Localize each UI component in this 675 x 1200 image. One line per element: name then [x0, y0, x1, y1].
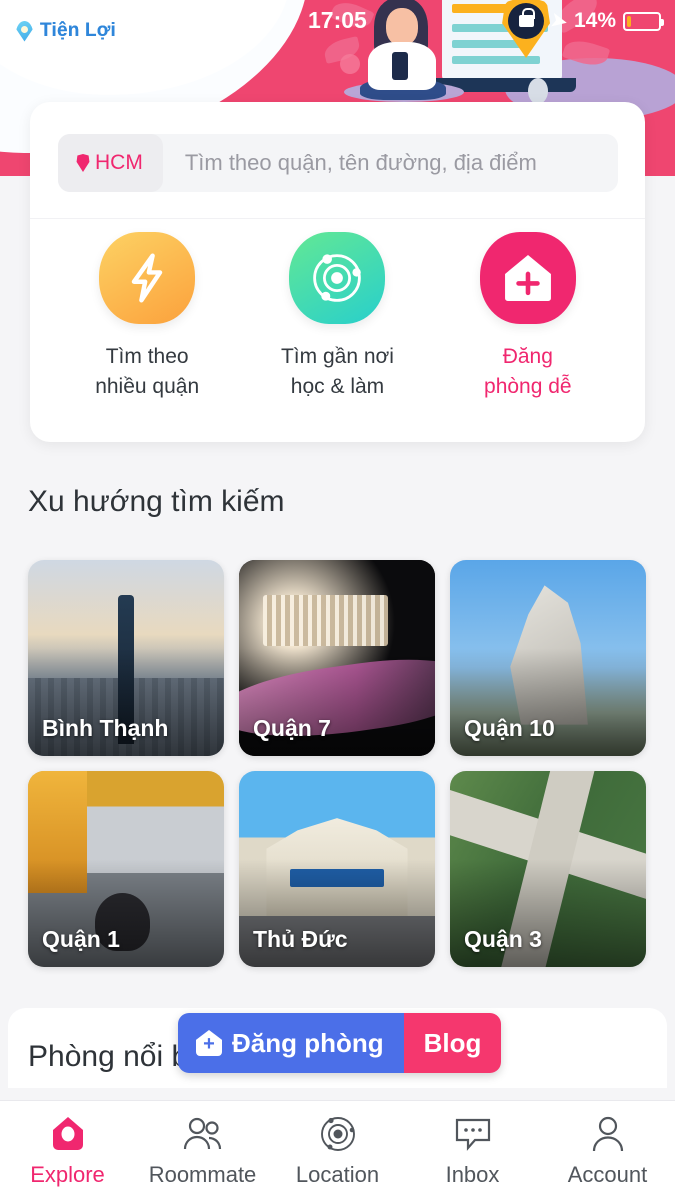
nav-label: Location: [295, 1161, 380, 1187]
nav-item-explore[interactable]: Explore: [0, 1114, 135, 1188]
orbit-target-icon: [289, 232, 386, 324]
search-bar[interactable]: HCM Tìm theo quận, tên đường, địa điểm: [58, 134, 618, 192]
post-room-label: Đăng phòng: [232, 1027, 384, 1058]
nav-item-inbox[interactable]: Inbox: [405, 1114, 540, 1188]
card-label: Bình Thạnh: [42, 715, 169, 741]
nav-label: Explore: [30, 1161, 105, 1187]
location-pin-icon: [76, 154, 90, 172]
blog-label: Blog: [423, 1027, 482, 1058]
post-room-button[interactable]: Đăng phòng: [178, 1013, 404, 1073]
nav-item-location[interactable]: Location: [270, 1114, 405, 1188]
house-plus-icon: [196, 1030, 222, 1056]
chat-bubble-icon: [453, 1114, 493, 1154]
quick-actions-row: Tìm theo nhiều quận Tìm gần nơi học & là…: [30, 232, 645, 402]
nav-label: Inbox: [445, 1161, 500, 1187]
city-label: HCM: [95, 151, 143, 174]
search-card: HCM Tìm theo quận, tên đường, địa điểm T…: [30, 102, 645, 442]
user-person-icon: [590, 1114, 626, 1154]
quick-action-label: Tìm gần nơi học & làm: [281, 342, 394, 402]
trending-card[interactable]: Quận 10: [450, 560, 646, 756]
card-label: Quận 1: [42, 926, 120, 952]
house-plus-icon: [479, 232, 576, 324]
quick-action-label-line2: nhiều quận: [95, 375, 200, 398]
quick-action-label-line1: Tìm gần nơi: [280, 345, 394, 368]
city-selector[interactable]: HCM: [58, 134, 163, 192]
card-label: Quận 10: [464, 715, 555, 741]
blog-button[interactable]: Blog: [403, 1013, 502, 1073]
quick-action-label-line1: Tìm theo: [105, 345, 189, 368]
trending-grid: Bình Thạnh Quận 7 Quận 10 Quận 1 Thủ Đức…: [28, 560, 648, 967]
quick-action-post-room[interactable]: Đăng phòng dễ: [453, 232, 603, 402]
card-divider: [30, 218, 645, 219]
quick-action-label: Đăng phòng dễ: [484, 342, 572, 402]
quick-action-label-line1: Đăng: [502, 345, 553, 368]
lightning-bolt-icon: [99, 232, 196, 324]
lock-icon: [508, 3, 545, 39]
trending-card[interactable]: Quận 1: [28, 771, 224, 967]
people-group-icon: [181, 1114, 225, 1154]
nav-item-roommate[interactable]: Roommate: [135, 1114, 270, 1188]
floating-action-group: Đăng phòng Blog: [178, 1013, 502, 1073]
quick-action-near-me[interactable]: Tìm gần nơi học & làm: [262, 232, 412, 402]
quick-action-label: Tìm theo nhiều quận: [95, 342, 199, 402]
trending-card[interactable]: Quận 7: [239, 560, 435, 756]
quick-action-label-line2: phòng dễ: [484, 375, 572, 398]
trending-section-title: Xu hướng tìm kiếm: [28, 485, 285, 518]
status-bar: 17:05 ➤ 14%: [0, 3, 675, 39]
battery-icon: [623, 11, 664, 31]
quick-action-label-line2: học & làm: [290, 375, 385, 398]
nav-item-account[interactable]: Account: [540, 1114, 675, 1188]
trending-card[interactable]: Quận 3: [450, 771, 646, 967]
search-input-placeholder[interactable]: Tìm theo quận, tên đường, địa điểm: [163, 150, 537, 176]
navigation-arrow-icon: ➤: [549, 9, 569, 33]
house-home-icon: [50, 1114, 86, 1154]
card-label: Quận 3: [464, 926, 542, 952]
trending-card[interactable]: Thủ Đức: [239, 771, 435, 967]
nav-label: Roommate: [148, 1161, 257, 1187]
status-time: 17:05: [308, 7, 367, 33]
orbit-target-icon: [318, 1114, 358, 1154]
bottom-navigation: Explore Roommate Location Inbox Account: [0, 1100, 675, 1200]
card-label: Thủ Đức: [253, 926, 348, 952]
trending-card[interactable]: Bình Thạnh: [28, 560, 224, 756]
card-label: Quận 7: [253, 715, 331, 741]
nav-label: Account: [567, 1161, 648, 1187]
battery-percent: 14%: [573, 9, 616, 32]
app-root: Tiện Lợi 17:05 ➤ 14% HCM Tìm theo quận, …: [0, 0, 675, 1200]
quick-action-multi-district[interactable]: Tìm theo nhiều quận: [72, 232, 222, 402]
